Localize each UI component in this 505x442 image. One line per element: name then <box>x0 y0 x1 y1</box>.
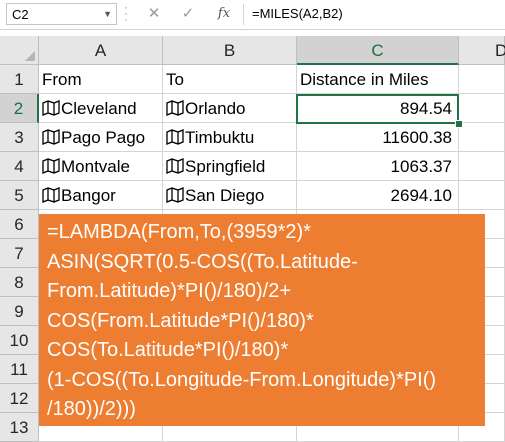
note-line: From.Latitude)*PI()/180)/2+ <box>47 280 291 302</box>
cell-a5[interactable]: Bangor <box>39 181 163 210</box>
row-header-9[interactable]: 9 <box>0 297 39 326</box>
cell-b2-value: Orlando <box>185 99 246 118</box>
note-line: /180))/2))) <box>47 398 136 420</box>
row-header-11[interactable]: 11 <box>0 355 39 384</box>
cell-c4[interactable]: 1063.37 <box>297 152 459 181</box>
empty-cell[interactable] <box>459 181 505 210</box>
row-header-13[interactable]: 13 <box>0 413 39 442</box>
column-header-b[interactable]: B <box>163 36 297 65</box>
insert-function-icon[interactable]: fx <box>212 4 236 24</box>
cell-a3-value: Pago Pago <box>61 128 146 147</box>
map-icon <box>42 187 60 203</box>
column-header-a[interactable]: A <box>39 36 163 65</box>
row-header-8[interactable]: 8 <box>0 268 39 297</box>
cell-c3[interactable]: 11600.38 <box>297 123 459 152</box>
row-header-3[interactable]: 3 <box>0 123 39 152</box>
map-icon <box>42 129 60 145</box>
fill-handle[interactable] <box>455 120 463 128</box>
select-all-button[interactable] <box>0 36 39 65</box>
cell-c5[interactable]: 2694.10 <box>297 181 459 210</box>
empty-cell[interactable] <box>459 65 505 94</box>
cell-b4-value: Springfield <box>185 157 266 176</box>
map-icon <box>166 129 184 145</box>
cell-a1[interactable]: From <box>39 65 163 94</box>
check-icon[interactable]: ✓ <box>176 4 200 24</box>
cell-a3[interactable]: Pago Pago <box>39 123 163 152</box>
map-icon <box>166 100 184 116</box>
row-header-7[interactable]: 7 <box>0 239 39 268</box>
row-header-12[interactable]: 12 <box>0 384 39 413</box>
divider <box>243 4 244 25</box>
cell-b5[interactable]: San Diego <box>163 181 297 210</box>
map-icon <box>166 158 184 174</box>
row-header-6[interactable]: 6 <box>0 210 39 239</box>
note-line: ASIN(SQRT(0.5-COS((To.Latitude- <box>47 250 358 273</box>
empty-cell[interactable] <box>459 94 505 123</box>
note-line: =LAMBDA(From,To,(3959*2)* <box>47 221 311 243</box>
cell-b4[interactable]: Springfield <box>163 152 297 181</box>
row-header-10[interactable]: 10 <box>0 326 39 355</box>
formula-bar: C2 ▼ · · · ✕ ✓ fx =MILES(A2,B2) <box>0 0 505 30</box>
empty-cell[interactable] <box>459 123 505 152</box>
chevron-down-icon[interactable]: ▼ <box>103 9 112 19</box>
formula-note-shape[interactable]: =LAMBDA(From,To,(3959*2)* ASIN(SQRT(0.5-… <box>39 214 485 426</box>
grip-icon[interactable]: · · · <box>121 1 131 25</box>
note-line: COS(From.Latitude*PI()/180)* <box>47 309 314 332</box>
cell-c1[interactable]: Distance in Miles <box>297 65 459 94</box>
note-line: COS(To.Latitude*PI()/180)* <box>47 339 289 361</box>
empty-cell[interactable] <box>459 152 505 181</box>
cell-b2[interactable]: Orlando <box>163 94 297 123</box>
column-header-d[interactable]: D <box>459 36 505 65</box>
map-icon <box>42 100 60 116</box>
cell-a4[interactable]: Montvale <box>39 152 163 181</box>
cell-a5-value: Bangor <box>61 186 116 205</box>
formula-input[interactable]: =MILES(A2,B2) <box>252 6 343 21</box>
row-header-5[interactable]: 5 <box>0 181 39 210</box>
cell-b1[interactable]: To <box>163 65 297 94</box>
cell-b3-value: Timbuktu <box>185 128 255 147</box>
row-header-1[interactable]: 1 <box>0 65 39 94</box>
column-header-c[interactable]: C <box>297 36 459 65</box>
map-icon <box>42 158 60 174</box>
cell-a2[interactable]: Cleveland <box>39 94 163 123</box>
cell-a2-value: Cleveland <box>61 99 137 118</box>
name-box[interactable]: C2 ▼ <box>6 3 117 25</box>
close-icon[interactable]: ✕ <box>142 4 166 24</box>
cell-a4-value: Montvale <box>61 157 130 176</box>
row-header-4[interactable]: 4 <box>0 152 39 181</box>
name-box-value: C2 <box>12 7 29 22</box>
note-line: (1-COS((To.Longitude-From.Longitude)*PI(… <box>47 368 437 391</box>
map-icon <box>166 187 184 203</box>
row-header-2[interactable]: 2 <box>0 94 39 123</box>
cell-b5-value: San Diego <box>185 186 265 205</box>
cell-b3[interactable]: Timbuktu <box>163 123 297 152</box>
active-cell-border <box>296 94 459 124</box>
